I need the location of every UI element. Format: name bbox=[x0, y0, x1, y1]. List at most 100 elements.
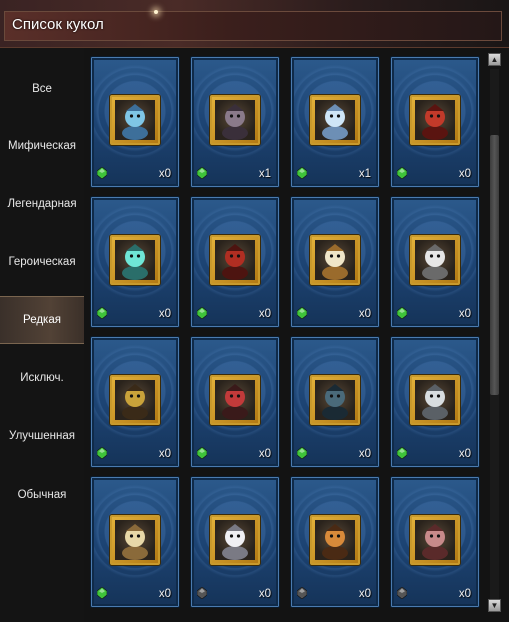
gem-icon bbox=[97, 587, 107, 599]
scroll-up-button[interactable]: ▲ bbox=[488, 53, 501, 66]
doll-portrait bbox=[210, 235, 260, 285]
doll-count: x0 bbox=[358, 588, 371, 600]
doll-portrait bbox=[310, 515, 360, 565]
gem-icon bbox=[397, 307, 407, 319]
red-demon-icon bbox=[422, 104, 448, 140]
doll-card[interactable]: x0 bbox=[190, 336, 280, 468]
doll-count: x0 bbox=[358, 308, 371, 320]
category-all[interactable]: Все bbox=[0, 73, 84, 105]
red-bear-icon bbox=[222, 244, 248, 280]
category-label: Все bbox=[32, 83, 52, 95]
doll-count: x0 bbox=[458, 308, 471, 320]
doll-count: x0 bbox=[458, 448, 471, 460]
sage-monk-icon bbox=[322, 244, 348, 280]
doll-card[interactable]: x0 bbox=[90, 196, 180, 328]
scrollbar[interactable]: ▲ ▼ bbox=[488, 53, 503, 613]
silver-hair-girl-icon bbox=[222, 524, 248, 560]
doll-count: x0 bbox=[158, 448, 171, 460]
scroll-down-button[interactable]: ▼ bbox=[488, 599, 501, 612]
gem-icon bbox=[197, 587, 207, 599]
doll-portrait bbox=[410, 515, 460, 565]
ice-spirit-icon bbox=[322, 104, 348, 140]
doll-card-grid: x0 x1 x1 x0 x0 x0 x0 x0 x0 x0 x0 x0 x0 x0 x0 x0 bbox=[84, 48, 484, 622]
doll-card[interactable]: x0 bbox=[190, 476, 280, 608]
category-label: Улучшенная bbox=[9, 430, 75, 442]
doll-count: x0 bbox=[458, 168, 471, 180]
gem-icon bbox=[397, 587, 407, 599]
doll-card[interactable]: x0 bbox=[390, 476, 480, 608]
gem-icon bbox=[197, 447, 207, 459]
doll-card[interactable]: x1 bbox=[290, 56, 380, 188]
doll-card[interactable]: x0 bbox=[390, 336, 480, 468]
gem-icon bbox=[297, 587, 307, 599]
window-title: Список кукол bbox=[12, 16, 104, 33]
doll-card[interactable]: x0 bbox=[90, 56, 180, 188]
gem-icon bbox=[97, 447, 107, 459]
fox-rogue-icon bbox=[322, 524, 348, 560]
ice-beast-icon bbox=[122, 104, 148, 140]
pale-sorcerer-icon bbox=[422, 384, 448, 420]
category-common[interactable]: Обычная bbox=[0, 479, 84, 511]
gem-icon bbox=[297, 447, 307, 459]
doll-count: x0 bbox=[258, 308, 271, 320]
doll-portrait bbox=[310, 235, 360, 285]
crystal-orb-icon bbox=[122, 244, 148, 280]
category-exclusive[interactable]: Исключ. bbox=[0, 362, 84, 394]
doll-card[interactable]: x1 bbox=[190, 56, 280, 188]
doll-portrait bbox=[110, 235, 160, 285]
crimson-mage-icon bbox=[222, 384, 248, 420]
category-label: Обычная bbox=[17, 489, 67, 501]
doll-card[interactable]: x0 bbox=[390, 196, 480, 328]
gem-icon bbox=[297, 307, 307, 319]
doll-portrait bbox=[310, 375, 360, 425]
white-bishop-icon bbox=[422, 244, 448, 280]
category-heroic[interactable]: Героическая bbox=[0, 246, 84, 278]
doll-card[interactable]: x0 bbox=[290, 336, 380, 468]
gem-icon bbox=[97, 167, 107, 179]
doll-portrait bbox=[110, 375, 160, 425]
gem-icon bbox=[197, 307, 207, 319]
gem-icon bbox=[197, 167, 207, 179]
doll-portrait bbox=[210, 515, 260, 565]
doll-count: x0 bbox=[158, 168, 171, 180]
golden-dragon-icon bbox=[122, 524, 148, 560]
doll-portrait bbox=[410, 375, 460, 425]
category-rare[interactable]: Редкая bbox=[0, 296, 84, 344]
doll-count: x1 bbox=[358, 168, 371, 180]
category-sidebar: Все Мифическая Легендарная Героическая Р… bbox=[0, 48, 84, 622]
doll-count: x1 bbox=[258, 168, 271, 180]
doll-card[interactable]: x0 bbox=[190, 196, 280, 328]
category-improved[interactable]: Улучшенная bbox=[0, 420, 84, 452]
title-bar: Список кукол bbox=[0, 0, 509, 48]
category-label: Исключ. bbox=[20, 372, 64, 384]
gem-icon bbox=[397, 167, 407, 179]
doll-card[interactable]: x0 bbox=[290, 476, 380, 608]
doll-card[interactable]: x0 bbox=[90, 336, 180, 468]
category-mythic[interactable]: Мифическая bbox=[0, 130, 84, 162]
doll-portrait bbox=[210, 95, 260, 145]
category-label: Героическая bbox=[8, 256, 76, 268]
dark-warrior-icon bbox=[322, 384, 348, 420]
doll-portrait bbox=[310, 95, 360, 145]
doll-card[interactable]: x0 bbox=[90, 476, 180, 608]
sparkle-decoration bbox=[154, 10, 158, 14]
category-label: Легендарная bbox=[7, 198, 77, 210]
pink-monkey-icon bbox=[422, 524, 448, 560]
gem-icon bbox=[397, 447, 407, 459]
doll-card[interactable]: x0 bbox=[290, 196, 380, 328]
doll-count: x0 bbox=[258, 448, 271, 460]
doll-card[interactable]: x0 bbox=[390, 56, 480, 188]
doll-count: x0 bbox=[158, 308, 171, 320]
doll-portrait bbox=[110, 95, 160, 145]
gem-icon bbox=[97, 307, 107, 319]
category-legendary[interactable]: Легендарная bbox=[0, 188, 84, 220]
category-label: Мифическая bbox=[8, 140, 76, 152]
doll-portrait bbox=[410, 235, 460, 285]
doll-list-window: Список кукол Все Мифическая Легендарная … bbox=[0, 0, 509, 622]
gem-icon bbox=[297, 167, 307, 179]
scroll-thumb[interactable] bbox=[490, 135, 499, 395]
doll-count: x0 bbox=[358, 448, 371, 460]
doll-portrait bbox=[210, 375, 260, 425]
category-label: Редкая bbox=[23, 314, 61, 326]
doll-portrait bbox=[410, 95, 460, 145]
